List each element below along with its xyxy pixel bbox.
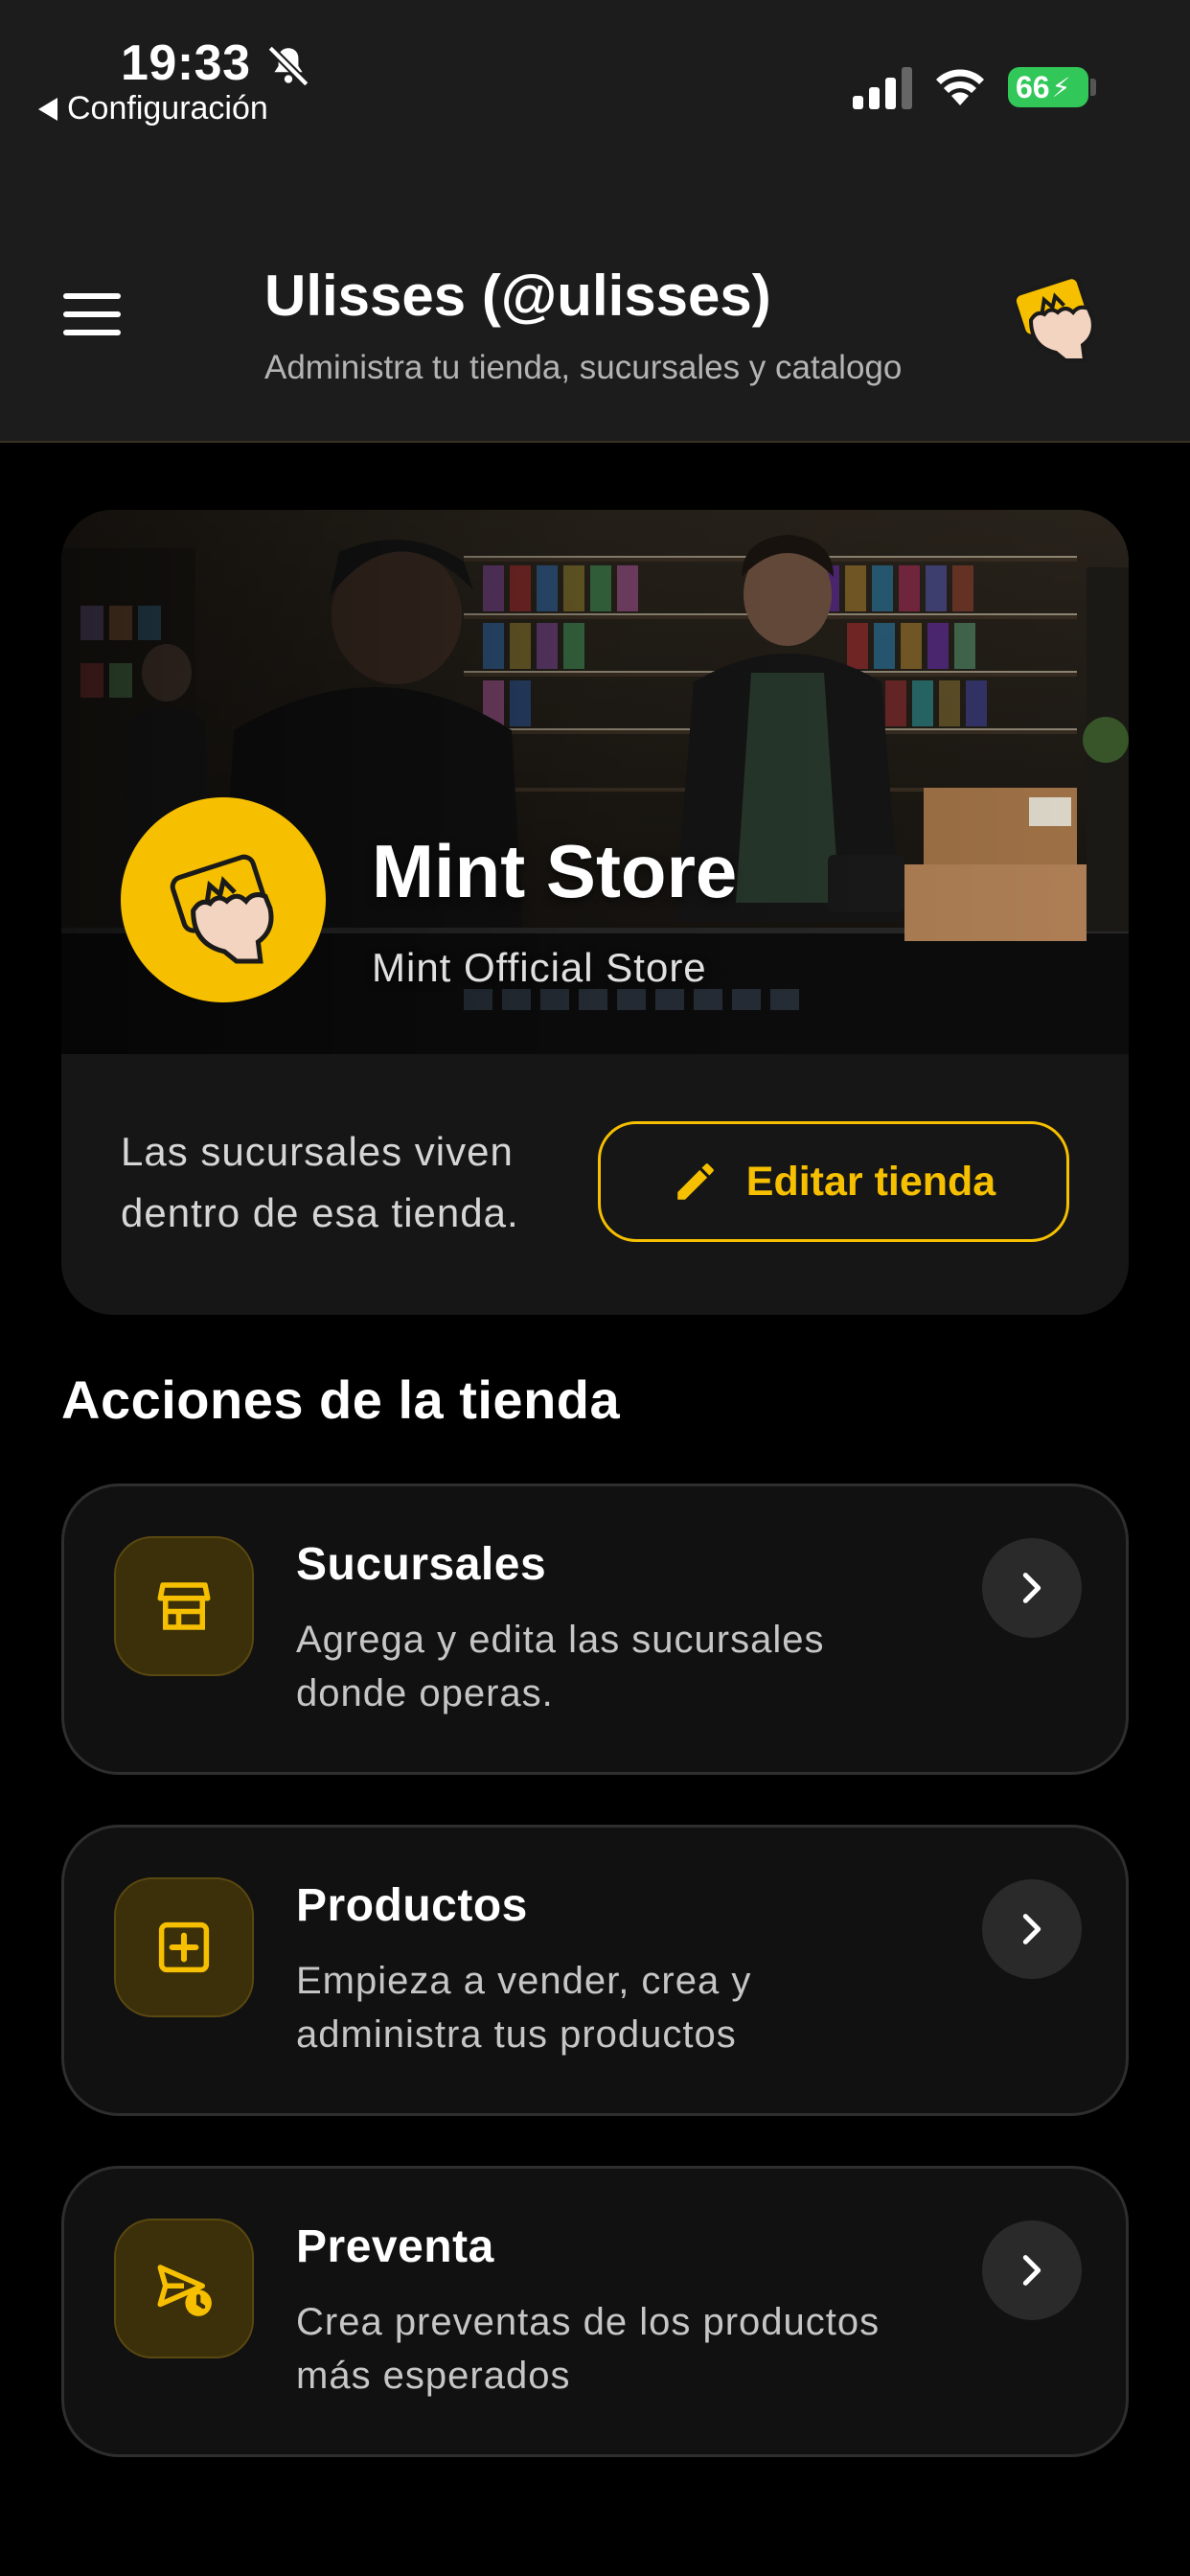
store-icon [157, 1582, 211, 1630]
menu-button[interactable] [63, 293, 121, 335]
store-logo-avatar [121, 797, 326, 1002]
signal-icon [853, 67, 912, 109]
hamburger-icon-line [63, 293, 121, 299]
store-note: Las sucursales viven dentro de esa tiend… [121, 1129, 519, 1235]
battery-charging-icon: 66 ⚡ [1008, 67, 1088, 107]
action-icon-box [114, 1877, 254, 2017]
action-description: Agrega y edita las sucursales donde oper… [296, 1619, 825, 1714]
store-card: Mint Store Mint Official Store Las sucur… [61, 510, 1129, 1315]
action-icon-box [114, 2219, 254, 2358]
action-title: Productos [296, 1880, 528, 1931]
store-subtitle: Mint Official Store [372, 945, 707, 990]
add-box-icon [158, 1921, 210, 1973]
chevron-right-icon[interactable] [982, 1879, 1082, 1979]
action-title: Preventa [296, 2221, 494, 2272]
fist-card-logo-icon [170, 854, 274, 964]
action-title: Sucursales [296, 1539, 547, 1590]
back-to-settings[interactable]: Configuración [38, 90, 268, 127]
action-preventa[interactable]: Preventa Crea preventas de los productos… [61, 2166, 1129, 2457]
action-sucursales[interactable]: Sucursales Agrega y edita las sucursales… [61, 1484, 1129, 1775]
page-subtitle: Administra tu tienda, sucursales y catal… [264, 349, 903, 386]
send-clock-icon [157, 2265, 212, 2316]
pencil-icon [677, 1163, 714, 1200]
section-title: Acciones de la tienda [61, 1369, 621, 1430]
back-label: Configuración [67, 90, 268, 126]
bell-slash-icon [267, 45, 309, 87]
battery-level: 66 [1016, 69, 1050, 104]
page-title: Ulisses (@ulisses) [264, 264, 771, 328]
chevron-right-icon[interactable] [982, 2220, 1082, 2320]
wifi-icon [936, 69, 984, 105]
edit-store-label: Editar tienda [745, 1158, 996, 1205]
action-description: Empieza a vender, crea y administra tus … [296, 1960, 752, 2056]
app-header: 19:33 Configuración 66 ⚡ Ulisses (@ulisse… [0, 0, 1190, 443]
edit-store-button[interactable]: Editar tienda [598, 1121, 1069, 1242]
hamburger-icon-line [63, 330, 121, 335]
status-time: 19:33 [121, 35, 251, 91]
fist-card-logo-icon[interactable] [1002, 259, 1108, 364]
store-name: Mint Store [372, 829, 738, 913]
action-icon-box [114, 1536, 254, 1676]
back-arrow-icon [38, 97, 57, 121]
battery-cap [1090, 79, 1096, 96]
action-description: Crea preventas de los productos más espe… [296, 2301, 881, 2397]
hamburger-icon-line [63, 311, 121, 317]
action-productos[interactable]: Productos Empieza a vender, crea y admin… [61, 1825, 1129, 2116]
chevron-right-icon[interactable] [982, 1538, 1082, 1638]
